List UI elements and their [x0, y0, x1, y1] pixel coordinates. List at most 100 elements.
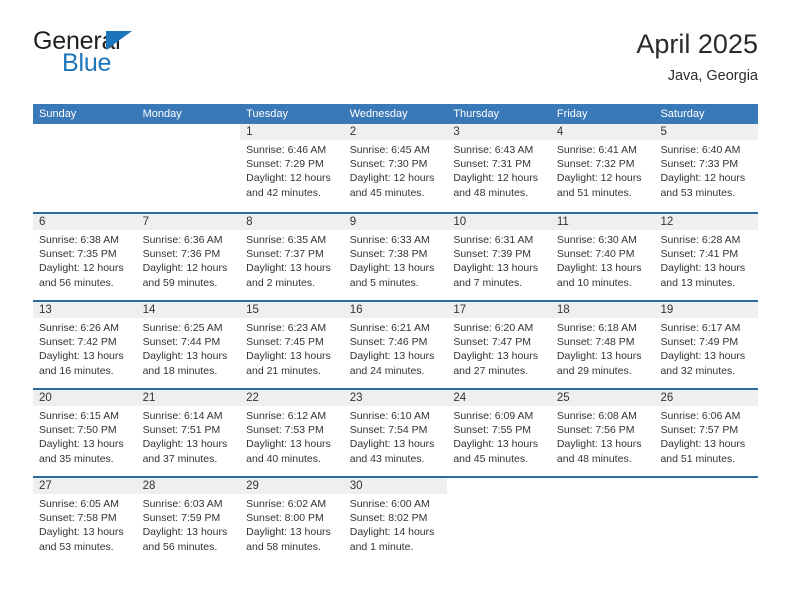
calendar-day-number: 1	[240, 124, 344, 140]
calendar-day-cell[interactable]: 8 Sunrise: 6:35 AM Sunset: 7:37 PM Daylight…	[240, 214, 344, 300]
calendar-day-cell[interactable]: 17 Sunrise: 6:20 AM Sunset: 7:47 PM Dayligh…	[447, 302, 551, 388]
sunset-time: Sunset: 7:37 PM	[246, 248, 324, 261]
daylight-duration-line2: and 40 minutes.	[246, 452, 321, 465]
calendar-day-cell[interactable]: 18 Sunrise: 6:18 AM Sunset: 7:48 PM Dayligh…	[550, 302, 655, 388]
calendar-day-cell[interactable]: 29 Sunrise: 6:02 AM Sunset: 8:00 PM Dayligh…	[240, 478, 344, 564]
daylight-duration-line2: and 16 minutes.	[39, 364, 114, 377]
calendar-day-cell[interactable]: 1 Sunrise: 6:46 AM Sunset: 7:29 PM Daylight…	[240, 124, 344, 212]
calendar-day-cell[interactable]: 9 Sunrise: 6:33 AM Sunset: 7:38 PM Daylight…	[343, 214, 448, 300]
daylight-duration-line2: and 35 minutes.	[39, 452, 114, 465]
daylight-duration-line2: and 27 minutes.	[453, 364, 529, 377]
calendar-day-number: 7	[136, 214, 241, 230]
calendar-day-cell[interactable]: 23 Sunrise: 6:10 AM Sunset: 7:54 PM Dayligh…	[343, 390, 448, 476]
calendar-day-cell[interactable]: 21 Sunrise: 6:14 AM Sunset: 7:51 PM Dayligh…	[136, 390, 241, 476]
sunset-time: Sunset: 7:30 PM	[349, 158, 428, 171]
calendar-day-cell[interactable]: 20 Sunrise: 6:15 AM Sunset: 7:50 PM Dayligh…	[33, 390, 137, 476]
calendar-day-cell[interactable]: 16 Sunrise: 6:21 AM Sunset: 7:46 PM Dayligh…	[343, 302, 448, 388]
calendar-day-info: Sunrise: 6:30 AM Sunset: 7:40 PM Daylight:…	[551, 230, 655, 290]
sunrise-time: Sunrise: 6:46 AM	[246, 144, 327, 156]
daylight-duration-line1: Daylight: 13 hours	[246, 350, 331, 363]
calendar-day-cell[interactable]: 15 Sunrise: 6:23 AM Sunset: 7:45 PM Dayligh…	[240, 302, 344, 388]
calendar-day-cell[interactable]: 14 Sunrise: 6:25 AM Sunset: 7:44 PM Dayligh…	[136, 302, 241, 388]
calendar-day-info: Sunrise: 6:36 AM Sunset: 7:36 PM Daylight:…	[137, 230, 241, 290]
calendar-day-info: Sunrise: 6:10 AM Sunset: 7:54 PM Daylight:…	[344, 406, 448, 466]
daylight-duration-line1: Daylight: 13 hours	[660, 262, 746, 275]
calendar-day-info: Sunrise: 6:43 AM Sunset: 7:31 PM Daylight:…	[447, 140, 551, 200]
daylight-duration-line1: Daylight: 13 hours	[39, 350, 124, 363]
sunset-time: Sunset: 7:29 PM	[246, 158, 324, 171]
calendar-day-cell[interactable]: 12 Sunrise: 6:28 AM Sunset: 7:41 PM Dayligh…	[654, 214, 759, 300]
calendar-day-info: Sunrise: 6:20 AM Sunset: 7:47 PM Daylight:…	[447, 318, 551, 378]
daylight-duration-line2: and 32 minutes.	[660, 364, 736, 377]
weekday-header-sunday: Sunday	[39, 108, 77, 120]
calendar-day-info: Sunrise: 6:31 AM Sunset: 7:39 PM Daylight:…	[447, 230, 551, 290]
calendar-day-info: Sunrise: 6:08 AM Sunset: 7:56 PM Daylight:…	[551, 406, 655, 466]
calendar-day-info: Sunrise: 6:15 AM Sunset: 7:50 PM Daylight:…	[33, 406, 137, 466]
weekday-header-monday: Monday	[142, 108, 182, 120]
calendar-day-cell[interactable]: 4 Sunrise: 6:41 AM Sunset: 7:32 PM Daylight…	[550, 124, 655, 212]
calendar-day-cell[interactable]: 24 Sunrise: 6:09 AM Sunset: 7:55 PM Dayligh…	[447, 390, 551, 476]
daylight-duration-line2: and 5 minutes.	[349, 276, 419, 289]
generalblue-logo[interactable]: General Blue	[33, 28, 293, 88]
calendar-day-cell[interactable]: 11 Sunrise: 6:30 AM Sunset: 7:40 PM Dayligh…	[550, 214, 655, 300]
calendar-day-number	[654, 478, 758, 494]
calendar-day-cell[interactable]: 25 Sunrise: 6:08 AM Sunset: 7:56 PM Dayligh…	[550, 390, 655, 476]
calendar-day-cell[interactable]: 10 Sunrise: 6:31 AM Sunset: 7:39 PM Dayligh…	[447, 214, 551, 300]
calendar-day-cell[interactable]: 30 Sunrise: 6:00 AM Sunset: 8:02 PM Dayligh…	[343, 478, 448, 564]
sunset-time: Sunset: 7:48 PM	[556, 336, 635, 349]
calendar-day-cell-empty	[654, 478, 759, 564]
sunrise-time: Sunrise: 6:36 AM	[142, 234, 223, 246]
daylight-duration-line2: and 42 minutes.	[246, 186, 321, 199]
calendar-table: Sunday Monday Tuesday Wednesday Thursday…	[33, 104, 759, 564]
calendar-day-number: 22	[240, 390, 344, 406]
sunset-time: Sunset: 7:55 PM	[453, 424, 531, 437]
sunrise-time: Sunrise: 6:25 AM	[142, 322, 223, 334]
calendar-week-row: 13 Sunrise: 6:26 AM Sunset: 7:42 PM Dayligh…	[33, 300, 759, 388]
sunrise-time: Sunrise: 6:41 AM	[556, 144, 637, 156]
daylight-duration-line1: Daylight: 12 hours	[453, 172, 538, 185]
daylight-duration-line1: Daylight: 13 hours	[246, 526, 331, 539]
daylight-duration-line2: and 53 minutes.	[660, 186, 736, 199]
calendar-day-cell[interactable]: 13 Sunrise: 6:26 AM Sunset: 7:42 PM Dayligh…	[33, 302, 137, 388]
sunrise-time: Sunrise: 6:02 AM	[246, 498, 327, 510]
calendar-day-cell[interactable]: 27 Sunrise: 6:05 AM Sunset: 7:58 PM Dayligh…	[33, 478, 137, 564]
weekday-header-thursday: Thursday	[453, 108, 500, 120]
calendar-day-cell[interactable]: 6 Sunrise: 6:38 AM Sunset: 7:35 PM Daylight…	[33, 214, 137, 300]
sunrise-time: Sunrise: 6:08 AM	[556, 410, 637, 422]
calendar-day-cell-empty	[136, 124, 241, 212]
sunset-time: Sunset: 7:50 PM	[39, 424, 117, 437]
calendar-day-cell[interactable]: 2 Sunrise: 6:45 AM Sunset: 7:30 PM Daylight…	[343, 124, 448, 212]
calendar-day-info: Sunrise: 6:23 AM Sunset: 7:45 PM Daylight:…	[240, 318, 344, 378]
sunrise-time: Sunrise: 6:45 AM	[349, 144, 430, 156]
calendar-day-info: Sunrise: 6:02 AM Sunset: 8:00 PM Daylight:…	[240, 494, 344, 554]
sunset-time: Sunset: 7:54 PM	[349, 424, 428, 437]
calendar-day-info: Sunrise: 6:18 AM Sunset: 7:48 PM Daylight:…	[551, 318, 655, 378]
daylight-duration-line2: and 18 minutes.	[142, 364, 218, 377]
calendar-day-number: 24	[447, 390, 551, 406]
daylight-duration-line2: and 45 minutes.	[453, 452, 529, 465]
calendar-day-cell[interactable]: 5 Sunrise: 6:40 AM Sunset: 7:33 PM Daylight…	[654, 124, 759, 212]
daylight-duration-line1: Daylight: 13 hours	[660, 438, 746, 451]
calendar-day-number: 19	[654, 302, 759, 318]
calendar-day-cell[interactable]: 28 Sunrise: 6:03 AM Sunset: 7:59 PM Dayligh…	[136, 478, 241, 564]
calendar-day-cell[interactable]: 7 Sunrise: 6:36 AM Sunset: 7:36 PM Daylight…	[136, 214, 241, 300]
calendar-day-number: 20	[33, 390, 137, 406]
calendar-day-cell[interactable]: 22 Sunrise: 6:12 AM Sunset: 7:53 PM Dayligh…	[240, 390, 344, 476]
daylight-duration-line1: Daylight: 13 hours	[39, 526, 124, 539]
calendar-day-number: 26	[654, 390, 759, 406]
calendar-day-cell[interactable]: 19 Sunrise: 6:17 AM Sunset: 7:49 PM Dayligh…	[654, 302, 759, 388]
calendar-day-number: 25	[550, 390, 655, 406]
calendar-day-number: 9	[343, 214, 448, 230]
daylight-duration-line2: and 53 minutes.	[39, 540, 114, 553]
calendar-day-info: Sunrise: 6:28 AM Sunset: 7:41 PM Daylight:…	[654, 230, 758, 290]
sunset-time: Sunset: 7:47 PM	[453, 336, 531, 349]
calendar-day-number: 30	[343, 478, 448, 494]
daylight-duration-line1: Daylight: 12 hours	[142, 262, 228, 275]
calendar-day-info: Sunrise: 6:45 AM Sunset: 7:30 PM Daylight:…	[344, 140, 448, 200]
calendar-day-info: Sunrise: 6:21 AM Sunset: 7:46 PM Daylight:…	[344, 318, 448, 378]
calendar-day-info: Sunrise: 6:46 AM Sunset: 7:29 PM Daylight:…	[240, 140, 344, 200]
calendar-day-cell[interactable]: 3 Sunrise: 6:43 AM Sunset: 7:31 PM Daylight…	[447, 124, 551, 212]
sunrise-time: Sunrise: 6:05 AM	[39, 498, 119, 510]
calendar-day-info: Sunrise: 6:06 AM Sunset: 7:57 PM Daylight:…	[654, 406, 758, 466]
calendar-day-cell[interactable]: 26 Sunrise: 6:06 AM Sunset: 7:57 PM Dayligh…	[654, 390, 759, 476]
